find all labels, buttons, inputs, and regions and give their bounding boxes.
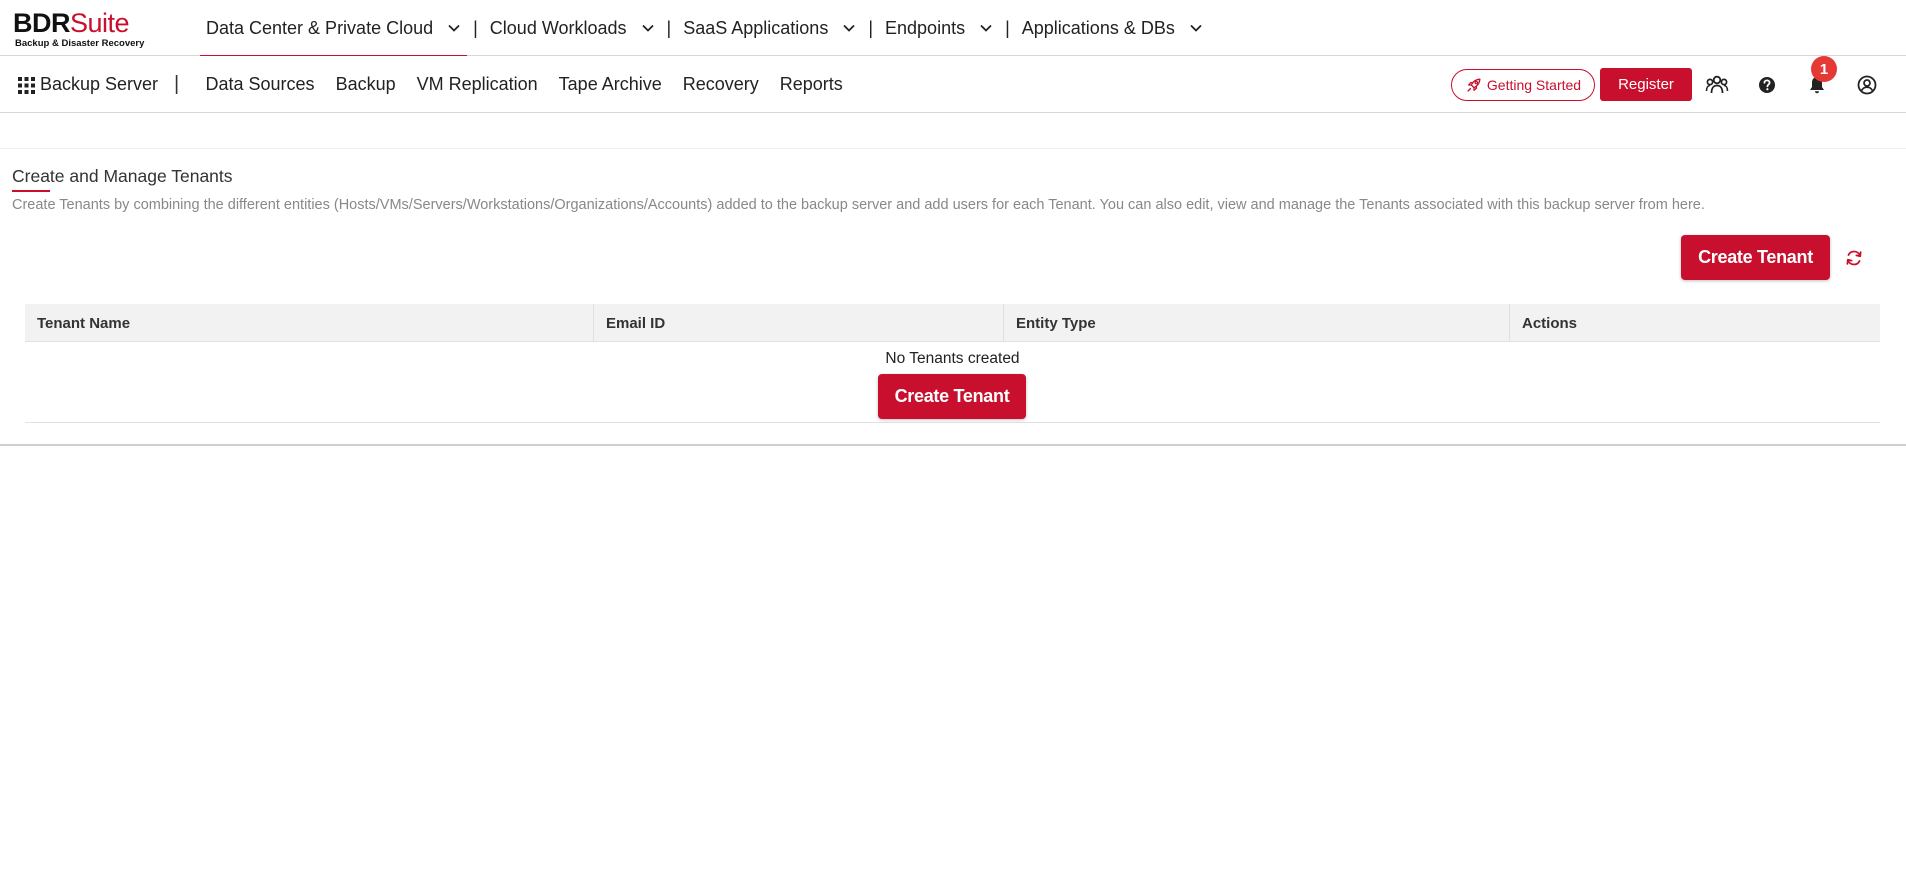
register-button[interactable]: Register	[1600, 68, 1692, 101]
chevron-down-icon	[843, 24, 855, 32]
chevron-down-icon	[980, 24, 992, 32]
product-tab-saas-applications[interactable]: SaaS Applications	[677, 0, 862, 56]
refresh-icon[interactable]	[1844, 248, 1864, 268]
subnav-separator: |	[174, 73, 180, 95]
empty-message: No Tenants created	[885, 350, 1020, 367]
top-bar: BDRSuite Backup & Disaster Recovery Data…	[0, 0, 1906, 57]
column-header-entity-type[interactable]: Entity Type	[1004, 304, 1510, 342]
chevron-down-icon	[1190, 24, 1202, 32]
product-tab-cloud-workloads[interactable]: Cloud Workloads	[484, 0, 661, 56]
backup-server-label[interactable]: Backup Server	[40, 56, 158, 113]
rocket-icon	[1467, 78, 1481, 92]
content-bottom-divider	[0, 444, 1906, 446]
help-icon[interactable]	[1754, 72, 1780, 98]
chevron-down-icon	[448, 24, 460, 32]
nav-separator: |	[868, 17, 874, 38]
content-divider	[0, 148, 1906, 149]
nav-separator: |	[473, 17, 478, 38]
nav-tape-archive[interactable]: Tape Archive	[548, 74, 672, 95]
users-icon[interactable]	[1704, 72, 1730, 98]
logo-text: BDRSuite	[13, 8, 130, 38]
nav-reports[interactable]: Reports	[769, 74, 853, 95]
logo-tagline: Backup & Disaster Recovery	[15, 38, 145, 49]
chevron-down-icon	[641, 24, 654, 32]
title-underline	[12, 190, 50, 192]
notification-badge: 1	[1811, 56, 1837, 82]
page-description: Create Tenants by combining the differen…	[12, 197, 1705, 213]
bdrsuite-logo[interactable]: BDRSuite Backup & Disaster Recovery	[13, 8, 145, 49]
column-header-actions: Actions	[1522, 314, 1578, 332]
table-header: Tenant Name Email ID Entity Type Actions	[25, 304, 1880, 342]
create-tenant-button[interactable]: Create Tenant	[1681, 235, 1830, 280]
product-tab-endpoints[interactable]: Endpoints	[879, 0, 999, 56]
user-account-icon[interactable]	[1854, 72, 1880, 98]
nav-separator: |	[1005, 17, 1010, 38]
product-tab-applications-dbs[interactable]: Applications & DBs	[1016, 0, 1209, 56]
module-nav: Data Sources Backup VM Replication Tape …	[195, 56, 853, 113]
column-header-email-id[interactable]: Email ID	[594, 304, 1004, 342]
product-nav: Data Center & Private Cloud | Cloud Work…	[200, 0, 1209, 57]
product-tab-data-center[interactable]: Data Center & Private Cloud	[200, 0, 468, 57]
module-bar: Backup Server | Data Sources Backup VM R…	[0, 56, 1906, 113]
nav-vm-replication[interactable]: VM Replication	[406, 74, 548, 95]
create-tenant-empty-button[interactable]: Create Tenant	[878, 374, 1026, 419]
page-title: Create and Manage Tenants	[12, 166, 233, 186]
column-header-tenant-name[interactable]: Tenant Name	[25, 304, 594, 342]
table-empty-state: No Tenants created Create Tenant	[25, 342, 1880, 423]
nav-separator: |	[666, 17, 672, 38]
nav-data-sources[interactable]: Data Sources	[195, 74, 325, 95]
nav-backup[interactable]: Backup	[325, 74, 406, 95]
nav-recovery[interactable]: Recovery	[672, 74, 769, 95]
tenants-table: Tenant Name Email ID Entity Type Actions…	[25, 304, 1880, 423]
getting-started-button[interactable]: Getting Started	[1451, 69, 1595, 101]
app-grid-icon[interactable]	[18, 77, 35, 94]
